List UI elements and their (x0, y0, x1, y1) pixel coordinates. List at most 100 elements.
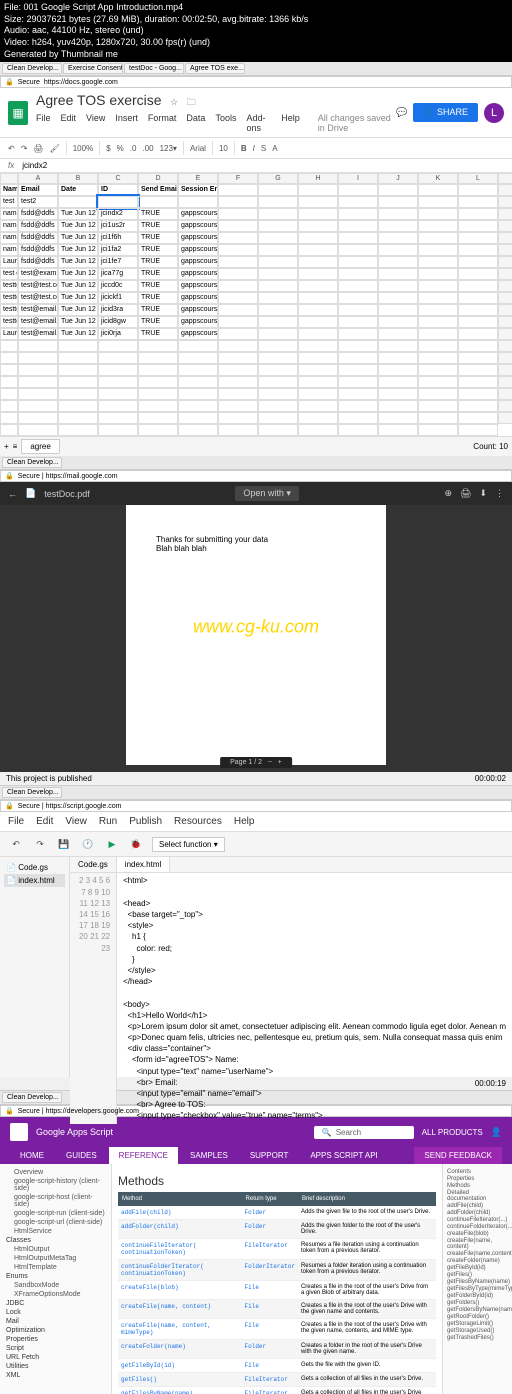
menu-view[interactable]: View (65, 816, 87, 827)
header-cell[interactable] (458, 184, 498, 196)
empty-cell[interactable] (0, 424, 18, 436)
empty-cell[interactable] (258, 400, 298, 412)
menu-edit[interactable]: Edit (36, 816, 53, 827)
open-with-button[interactable]: Open with ▾ (235, 486, 299, 501)
row-header[interactable]: 15 (498, 340, 512, 352)
empty-cell[interactable] (258, 424, 298, 436)
comments-icon[interactable]: 💬 (396, 107, 407, 118)
empty-cell[interactable] (298, 364, 338, 376)
method-link[interactable]: getFileById(id) (121, 1362, 175, 1369)
empty-cell[interactable] (18, 388, 58, 400)
header-cell[interactable]: Email (18, 184, 58, 196)
data-cell[interactable] (378, 244, 418, 256)
data-cell[interactable]: gappscourses@gmail.com (178, 220, 218, 232)
data-cell[interactable] (378, 232, 418, 244)
data-cell[interactable]: gappscourses@gmail.com (178, 256, 218, 268)
data-cell[interactable]: jci1fa2 (98, 244, 138, 256)
method-link[interactable]: getFiles() (121, 1376, 157, 1383)
data-cell[interactable]: fsdd@ddfs (18, 220, 58, 232)
data-cell[interactable] (338, 232, 378, 244)
bold-icon[interactable]: B (241, 144, 247, 153)
nav-item[interactable]: google-script-url (client-side) (4, 1218, 107, 1227)
empty-cell[interactable] (98, 400, 138, 412)
data-cell[interactable]: TRUE (138, 316, 178, 328)
empty-cell[interactable] (18, 364, 58, 376)
data-cell[interactable] (258, 256, 298, 268)
data-cell[interactable]: test (0, 196, 18, 208)
empty-cell[interactable] (458, 388, 498, 400)
empty-cell[interactable] (458, 340, 498, 352)
code-tab[interactable]: index.html (117, 857, 170, 872)
column-header[interactable]: A (18, 173, 58, 184)
nav-samples[interactable]: SAMPLES (180, 1147, 238, 1164)
nav-item[interactable]: HtmlTemplate (4, 1263, 107, 1272)
method-link[interactable]: createFile(name, content, mimeType) (121, 1322, 211, 1336)
data-cell[interactable] (338, 292, 378, 304)
data-cell[interactable] (458, 292, 498, 304)
empty-cell[interactable] (458, 364, 498, 376)
data-cell[interactable] (218, 232, 258, 244)
search-input[interactable]: 🔍 Search (314, 1126, 414, 1139)
address-bar-3[interactable]: 🔒 Secure | https://script.google.com (0, 800, 512, 812)
data-cell[interactable] (298, 244, 338, 256)
file-item[interactable]: 📄 index.html (4, 874, 65, 887)
empty-cell[interactable] (418, 424, 458, 436)
toc-item[interactable]: createFile(blob) (447, 1230, 508, 1237)
row-header[interactable]: 3 (498, 196, 512, 208)
nav-item[interactable]: Optimization (4, 1326, 107, 1335)
toc-item[interactable]: addFolder(child) (447, 1209, 508, 1216)
undo-icon[interactable]: ↶ (8, 144, 15, 153)
data-cell[interactable] (378, 292, 418, 304)
method-link[interactable]: createFile(name, content) (121, 1303, 211, 1310)
back-icon[interactable]: ← (8, 489, 17, 499)
row-header[interactable]: 9 (498, 268, 512, 280)
toc-item[interactable]: addFile(child) (447, 1202, 508, 1209)
zoom-select[interactable]: 100% (73, 144, 93, 153)
method-link[interactable]: addFolder(child) (121, 1223, 179, 1230)
empty-cell[interactable] (58, 424, 98, 436)
empty-cell[interactable] (18, 376, 58, 388)
column-header[interactable] (0, 173, 18, 184)
decimal-icon[interactable]: .0 (130, 144, 137, 153)
data-cell[interactable]: Tue Jun 12 2018 (58, 304, 98, 316)
menu-help[interactable]: Help (234, 816, 255, 827)
data-cell[interactable]: test@test.com (18, 292, 58, 304)
data-cell[interactable] (338, 328, 378, 340)
toc-item[interactable]: Methods (447, 1182, 508, 1189)
toc-item[interactable]: getFilesByType(mimeType) (447, 1285, 508, 1292)
data-cell[interactable] (258, 328, 298, 340)
header-cell[interactable]: Session Email (178, 184, 218, 196)
menu-file[interactable]: File (36, 113, 51, 133)
empty-cell[interactable] (0, 412, 18, 424)
font-select[interactable]: Arial (190, 144, 206, 153)
data-cell[interactable] (298, 280, 338, 292)
redo-icon[interactable]: ↷ (21, 144, 28, 153)
data-cell[interactable] (298, 292, 338, 304)
menu-resources[interactable]: Resources (174, 816, 222, 827)
menu-publish[interactable]: Publish (129, 816, 162, 827)
toc-item[interactable]: getTrashedFiles() (447, 1334, 508, 1341)
data-cell[interactable] (378, 316, 418, 328)
data-cell[interactable]: Tue Jun 12 2018 (58, 292, 98, 304)
empty-cell[interactable] (58, 400, 98, 412)
data-cell[interactable]: fsdd@ddfs (18, 208, 58, 220)
data-cell[interactable]: gappscourses@gmail.com (178, 304, 218, 316)
empty-cell[interactable] (258, 412, 298, 424)
data-cell[interactable] (458, 268, 498, 280)
sheet-tab[interactable]: agree (21, 439, 59, 454)
column-header[interactable]: I (338, 173, 378, 184)
pdf-print-icon[interactable]: 🖨 (460, 488, 471, 499)
data-cell[interactable]: fsdd@ddfs (18, 232, 58, 244)
data-cell[interactable]: fsdd@ddfs (18, 244, 58, 256)
google-logo-icon[interactable] (10, 1123, 28, 1141)
data-cell[interactable]: jici0rja (98, 328, 138, 340)
data-cell[interactable]: name (0, 208, 18, 220)
data-cell[interactable] (218, 292, 258, 304)
column-header[interactable]: F (218, 173, 258, 184)
column-header[interactable]: D (138, 173, 178, 184)
data-cell[interactable] (258, 220, 298, 232)
data-cell[interactable] (298, 256, 338, 268)
empty-cell[interactable] (218, 424, 258, 436)
add-to-drive-icon[interactable]: ⊕ (444, 488, 452, 499)
menu-tools[interactable]: Tools (215, 113, 236, 133)
